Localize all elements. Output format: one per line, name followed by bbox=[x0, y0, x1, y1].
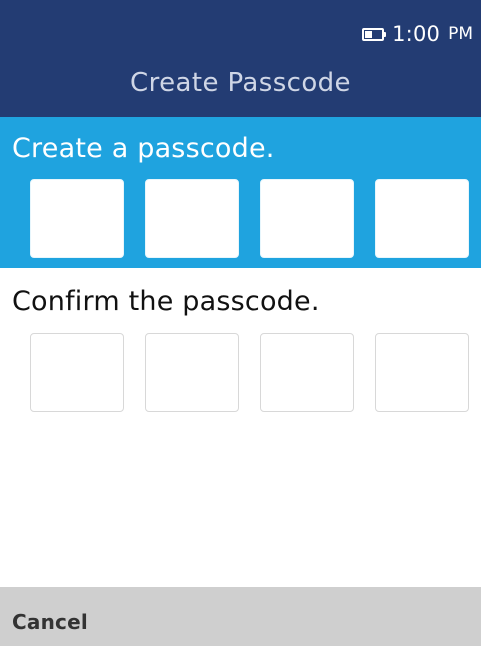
status-time: 1:00 bbox=[392, 22, 441, 46]
softkey-bar: Cancel bbox=[0, 587, 481, 646]
create-passcode-section: Create a passcode. bbox=[0, 117, 481, 268]
confirm-passcode-label: Confirm the passcode. bbox=[12, 286, 320, 317]
confirm-digit-4-input[interactable] bbox=[375, 333, 469, 412]
create-digit-2-input[interactable] bbox=[145, 179, 239, 258]
confirm-passcode-inputs bbox=[30, 333, 469, 412]
page-title: Create Passcode bbox=[130, 68, 351, 98]
status-bar: 1:00 PM bbox=[362, 20, 473, 48]
create-passcode-inputs bbox=[30, 179, 469, 258]
confirm-digit-2-input[interactable] bbox=[145, 333, 239, 412]
cancel-button[interactable]: Cancel bbox=[12, 610, 88, 634]
battery-icon bbox=[362, 27, 387, 41]
create-digit-3-input[interactable] bbox=[260, 179, 354, 258]
header-bar: 1:00 PM Create Passcode bbox=[0, 0, 481, 117]
status-ampm: PM bbox=[448, 24, 473, 44]
confirm-digit-1-input[interactable] bbox=[30, 333, 124, 412]
create-passcode-label: Create a passcode. bbox=[12, 133, 275, 164]
create-digit-1-input[interactable] bbox=[30, 179, 124, 258]
confirm-digit-3-input[interactable] bbox=[260, 333, 354, 412]
create-digit-4-input[interactable] bbox=[375, 179, 469, 258]
